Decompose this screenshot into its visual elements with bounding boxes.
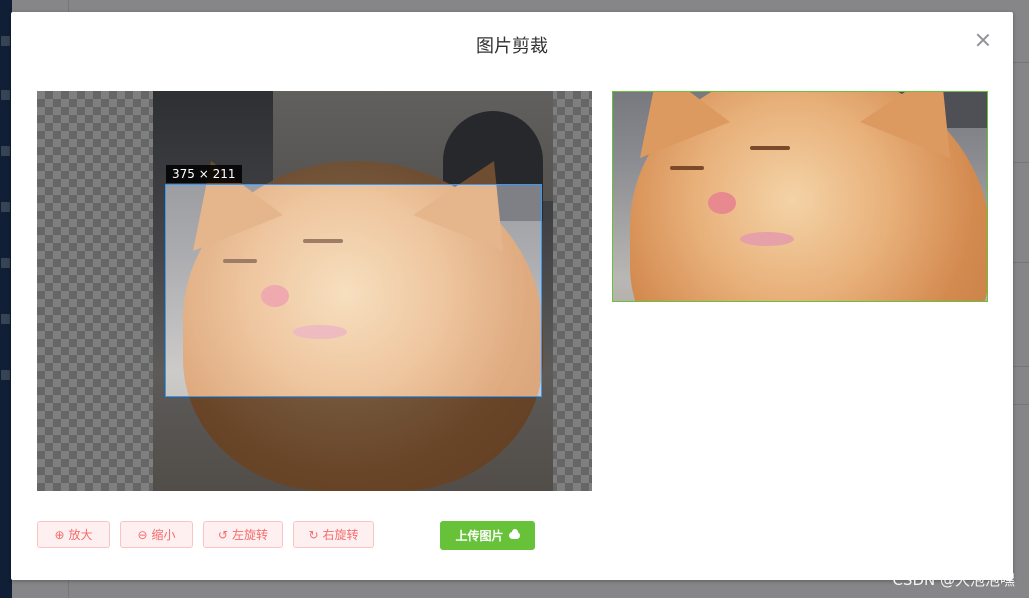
rotate-right-button[interactable]: ↻ 右旋转: [293, 521, 374, 548]
upload-label: 上传图片: [455, 529, 504, 543]
cloud-upload-icon: [508, 529, 520, 539]
zoom-in-icon: ⊕: [54, 527, 65, 542]
zoom-out-button[interactable]: ⊖ 缩小: [120, 521, 193, 548]
crop-preview: [612, 91, 988, 302]
rotate-left-button[interactable]: ↺ 左旋转: [203, 521, 283, 548]
rotate-left-icon: ↺: [217, 527, 229, 542]
zoom-in-label: 放大: [68, 528, 93, 542]
zoom-in-button[interactable]: ⊕ 放大: [37, 521, 110, 548]
crop-box[interactable]: [165, 184, 542, 397]
zoom-out-icon: ⊖: [137, 527, 148, 542]
rotate-right-icon: ↻: [308, 527, 319, 542]
crop-size-label: 375 × 211: [166, 165, 242, 183]
upload-button[interactable]: 上传图片: [440, 521, 535, 550]
rotate-left-label: 左旋转: [232, 528, 269, 542]
rotate-right-label: 右旋转: [322, 528, 359, 542]
dialog-title: 图片剪裁: [476, 36, 548, 57]
zoom-out-label: 缩小: [151, 528, 176, 542]
close-icon[interactable]: [975, 32, 991, 48]
watermark: CSDN @大泡泡嘿: [892, 571, 1015, 589]
crop-dialog: 图片剪裁 375 × 211 ⊕ 放大 ⊖ 缩小 ↺ 左旋转 ↻ 右旋转 上传图…: [11, 12, 1013, 580]
image-cropper[interactable]: 375 × 211: [37, 91, 592, 491]
